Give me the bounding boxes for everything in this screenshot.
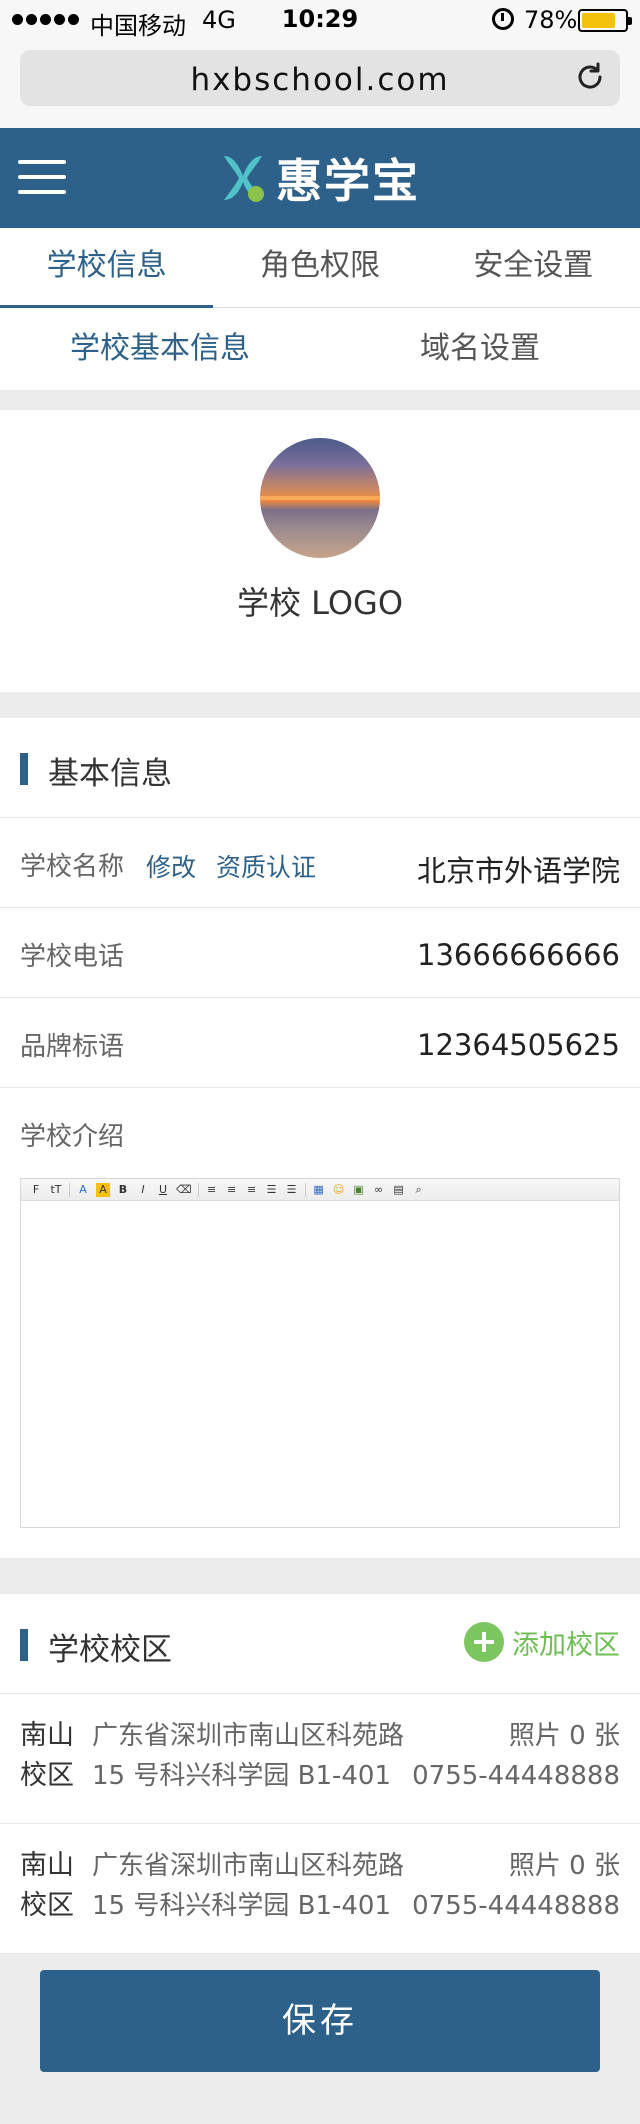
campus-address-line: 广东省深圳市南山区科苑路: [92, 1851, 405, 1881]
subtab-basic-info[interactable]: 学校基本信息: [0, 308, 320, 390]
eraser-icon[interactable]: ⌫: [176, 1183, 192, 1197]
basic-info-header: 基本信息: [0, 718, 640, 818]
brand-name: 惠学宝: [276, 154, 420, 208]
emoji-icon[interactable]: ☺: [332, 1183, 346, 1197]
font-color-icon[interactable]: A: [76, 1183, 90, 1197]
logo-label: 学校 LOGO: [236, 584, 404, 622]
school-name-value: 北京市外语学院: [416, 854, 620, 888]
unordered-list-icon[interactable]: ☰: [285, 1183, 299, 1197]
brand: 惠学宝: [218, 146, 420, 210]
campus-name-line: 校区: [20, 1890, 74, 1921]
add-campus-label: 添加校区: [512, 1629, 620, 1661]
align-left-icon[interactable]: ≡: [205, 1183, 219, 1197]
brand-slogan-row: 品牌标语 12364505625: [0, 998, 640, 1088]
highlight-icon[interactable]: A: [96, 1182, 110, 1197]
campus-name-line: 校区: [20, 1760, 74, 1791]
url-text[interactable]: hxbschool.com: [20, 62, 620, 98]
table-icon[interactable]: ▦: [312, 1183, 326, 1197]
logo-section: 学校 LOGO: [0, 410, 640, 692]
campus-photo-count: 照片 0 张: [508, 1851, 620, 1881]
section-title: 学校校区: [48, 1632, 172, 1668]
campus-address-line: 15 号科兴科学园 B1-401: [92, 1761, 392, 1791]
battery-level: [582, 13, 615, 28]
alarm-icon: [492, 8, 514, 30]
section-accent-bar: [20, 1629, 28, 1661]
campus-name-line: 南山: [20, 1720, 74, 1751]
basic-info-section: 基本信息 学校名称 修改 资质认证 北京市外语学院 学校电话 136666666…: [0, 718, 640, 1558]
battery-percent: 78%: [524, 6, 578, 34]
brand-slogan-value[interactable]: 12364505625: [417, 1028, 620, 1062]
tab-school-info[interactable]: 学校信息: [0, 228, 214, 308]
save-button[interactable]: 保存: [40, 1970, 600, 2072]
preview-icon[interactable]: ⌕: [412, 1183, 426, 1197]
sub-tabs: 学校基本信息 域名设置: [0, 308, 640, 390]
school-name-row: 学校名称 修改 资质认证 北京市外语学院: [0, 818, 640, 908]
school-name-label: 学校名称: [20, 852, 125, 882]
campus-address: 广东省深圳市南山区科苑路 15 号科兴科学园 B1-401: [92, 1716, 412, 1796]
rich-text-editor[interactable]: F tT A A B I U ⌫ ≡ ≡ ≡ ☰ ☰ ▦ ☺ ▣ ∞ ▤ ⌕: [20, 1178, 620, 1528]
editor-toolbar: F tT A A B I U ⌫ ≡ ≡ ≡ ☰ ☰ ▦ ☺ ▣ ∞ ▤ ⌕: [21, 1179, 619, 1201]
edit-name-link[interactable]: 修改: [146, 848, 196, 884]
campus-photo-count: 照片 0 张: [508, 1721, 620, 1751]
toolbar-divider: [69, 1182, 70, 1197]
align-center-icon[interactable]: ≡: [225, 1183, 239, 1197]
campus-phone: 0755-44448888: [412, 1761, 620, 1791]
tab-role-permissions[interactable]: 角色权限: [213, 228, 426, 307]
ordered-list-icon[interactable]: ☰: [265, 1183, 279, 1197]
campus-address: 广东省深圳市南山区科苑路 15 号科兴科学园 B1-401: [92, 1846, 412, 1926]
campus-header: 学校校区 添加校区: [0, 1594, 640, 1694]
school-intro-label: 学校介绍: [20, 1122, 125, 1152]
tab-security-settings[interactable]: 安全设置: [427, 228, 640, 307]
address-bar[interactable]: hxbschool.com: [20, 50, 620, 106]
paste-icon[interactable]: ▤: [392, 1183, 406, 1197]
campus-name: 南山 校区: [20, 1846, 74, 1926]
school-phone-value[interactable]: 13666666666: [417, 938, 620, 972]
school-logo-image[interactable]: [260, 438, 380, 558]
status-bar: 中国移动 4G 10:29 78%: [0, 0, 640, 40]
campus-item[interactable]: 南山校区 广东省深圳市南山区科苑路 15 号科兴科学园 B1-401 照片 0 张…: [0, 1694, 640, 1824]
campus-item[interactable]: 南山校区 广东省深圳市南山区科苑路 15 号科兴科学园 B1-401 照片 0 张…: [0, 1824, 640, 1954]
brand-logo-icon: [224, 156, 264, 202]
browser-toolbar: hxbschool.com: [0, 40, 640, 128]
image-icon[interactable]: ▣: [352, 1183, 366, 1197]
align-right-icon[interactable]: ≡: [245, 1183, 259, 1197]
hamburger-menu-icon[interactable]: [18, 156, 66, 198]
brand-slogan-label: 品牌标语: [20, 1032, 125, 1062]
italic-icon[interactable]: I: [136, 1183, 150, 1197]
campus-name: 南山 校区: [20, 1716, 74, 1796]
section-accent-bar: [20, 753, 28, 785]
font-size-icon[interactable]: tT: [49, 1183, 63, 1197]
school-intro-block: 学校介绍 F tT A A B I U ⌫ ≡ ≡ ≡ ☰ ☰ ▦ ☺ ▣ ∞ …: [0, 1088, 640, 1558]
reload-icon[interactable]: [574, 61, 606, 93]
school-phone-row: 学校电话 13666666666: [0, 908, 640, 998]
font-family-icon[interactable]: F: [29, 1183, 43, 1197]
campus-section: 学校校区 添加校区 南山 校区 广东省深圳市南山区科苑路 15 号科兴科学园 B1-…: [0, 1594, 640, 1954]
link-icon[interactable]: ∞: [372, 1183, 386, 1197]
main-tabs: 学校信息 角色权限 安全设置: [0, 228, 640, 308]
campus-phone: 0755-44448888: [412, 1891, 620, 1921]
section-title: 基本信息: [48, 756, 172, 792]
campus-name-line: 南山: [20, 1850, 74, 1881]
campus-address-line: 15 号科兴科学园 B1-401: [92, 1891, 392, 1921]
bold-icon[interactable]: B: [116, 1183, 130, 1197]
campus-address-line: 广东省深圳市南山区科苑路: [92, 1721, 405, 1751]
verify-qualification-link[interactable]: 资质认证: [216, 848, 316, 884]
subtab-domain-settings[interactable]: 域名设置: [320, 308, 640, 390]
plus-circle-icon: [464, 1622, 504, 1662]
add-campus-button[interactable]: 添加校区: [464, 1622, 620, 1662]
toolbar-divider: [197, 1182, 199, 1197]
toolbar-divider: [304, 1182, 306, 1197]
battery-icon: [578, 9, 632, 32]
underline-icon[interactable]: U: [156, 1183, 170, 1197]
app-header: 惠学宝: [0, 128, 640, 228]
school-phone-label: 学校电话: [20, 942, 125, 972]
